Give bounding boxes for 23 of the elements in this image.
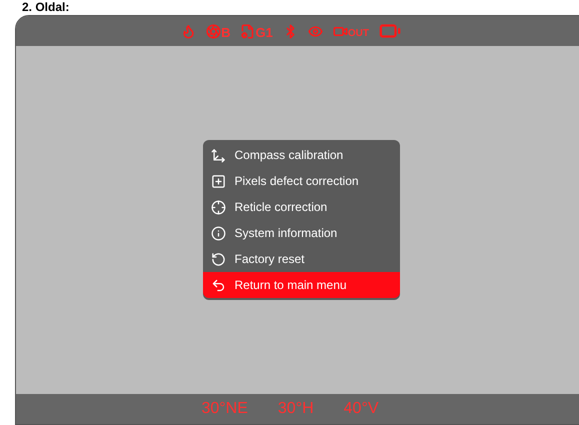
info-icon <box>210 226 226 240</box>
aperture-icon <box>206 24 222 38</box>
angle-readout: 30°NE <box>201 399 248 419</box>
rotate-icon <box>210 252 226 266</box>
menu-item[interactable]: System information <box>202 220 400 246</box>
status-label: G1 <box>255 26 273 38</box>
menu-item[interactable]: Factory reset <box>202 246 400 272</box>
file-gear-icon <box>240 24 256 38</box>
menu-item[interactable]: Return to main menu <box>202 272 400 298</box>
flame-icon <box>181 24 196 38</box>
menu-item[interactable]: Reticle correction <box>202 194 400 220</box>
status-label: B <box>221 26 230 38</box>
caption: 2. Oldal: <box>22 1 70 13</box>
status-label: OUT <box>348 28 369 38</box>
angle-readout: 40°V <box>344 399 379 419</box>
plus-square-icon <box>210 174 226 188</box>
menu-item[interactable]: Compass calibration <box>202 142 400 168</box>
return-arrow-icon <box>210 278 226 292</box>
crosshair-icon <box>210 200 226 214</box>
axes-icon <box>210 148 226 162</box>
menu-item[interactable]: Pixels defect correction <box>202 168 400 194</box>
angle-readout: 30°H <box>278 399 314 419</box>
eye-icon <box>308 24 323 38</box>
